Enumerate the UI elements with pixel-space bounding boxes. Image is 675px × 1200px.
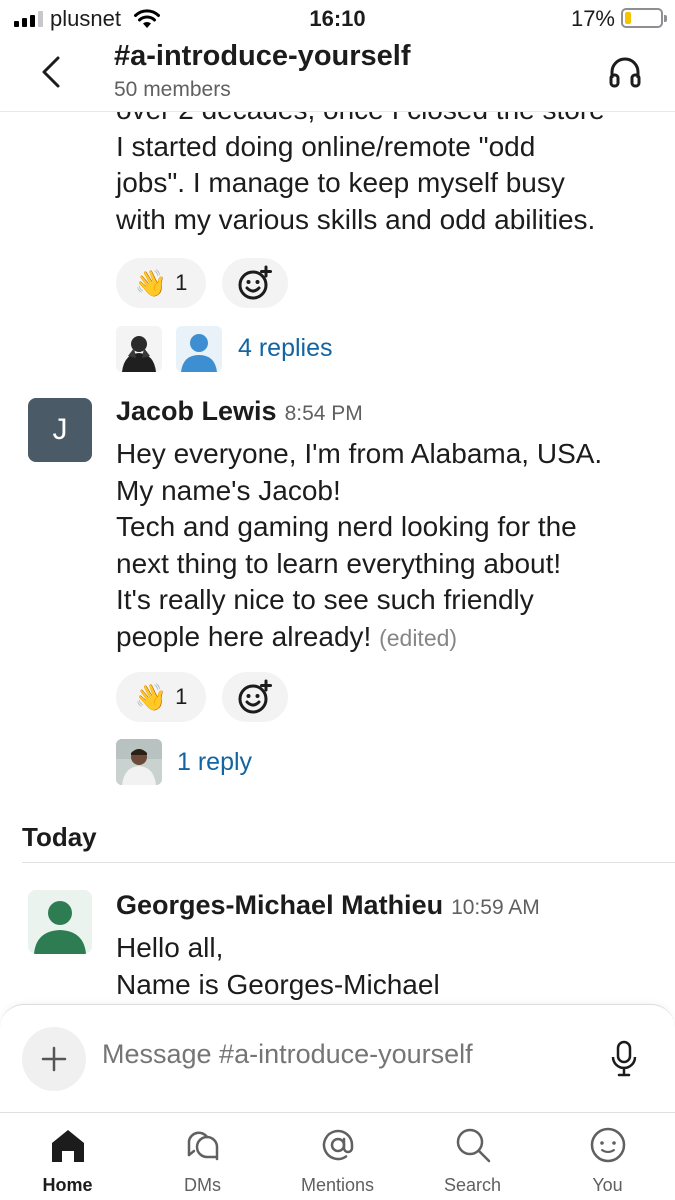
bottom-tab-bar: Home DMs Mentions Search You (0, 1112, 675, 1200)
headphones-icon[interactable] (605, 52, 645, 92)
edited-label: (edited) (379, 624, 458, 651)
tab-mentions[interactable]: Mentions (270, 1113, 405, 1200)
thread-participant-avatar (176, 326, 222, 372)
message-feed[interactable]: over 2 decades, once I closed the store … (0, 112, 675, 1004)
message-line: Tech and gaming nerd looking for the (116, 511, 577, 542)
message-line: It's really nice to see such friendly (116, 584, 534, 615)
dms-icon (187, 1131, 219, 1161)
tab-label: Home (42, 1175, 93, 1195)
reaction-wave[interactable]: 👋 1 (116, 258, 206, 308)
tab-label: Search (443, 1175, 502, 1195)
message-text: Hey everyone, I'm from Alabama, USA. My … (116, 436, 661, 656)
tab-home[interactable]: Home (0, 1113, 135, 1200)
author-name[interactable]: Jacob Lewis (116, 396, 277, 426)
you-icon (590, 1127, 626, 1163)
chevron-left-icon[interactable] (30, 50, 74, 94)
message-composer (0, 1004, 675, 1112)
wave-emoji-icon: 👋 (134, 681, 168, 712)
channel-title[interactable]: #a-introduce-yourself (114, 40, 411, 73)
tab-label: You (592, 1175, 623, 1195)
thread-participant-avatar (116, 739, 162, 785)
member-count[interactable]: 50 members (114, 78, 231, 102)
tab-label: DMs (184, 1175, 221, 1195)
message-line: My name's Jacob! (116, 474, 341, 506)
message-text: over 2 decades, once I closed the store … (116, 112, 656, 238)
battery-percentage: 17% (570, 6, 615, 31)
avatar[interactable]: J (28, 398, 92, 462)
channel-header: #a-introduce-yourself 50 members (0, 40, 675, 112)
message-author-line: Jacob Lewis 8:54 PM (116, 396, 363, 427)
message-timestamp[interactable]: 10:59 AM (451, 896, 540, 919)
message-line: people here already! (116, 620, 372, 652)
add-attachment-button[interactable] (22, 1027, 86, 1091)
message-line: jobs". I manage to keep myself busy (116, 167, 565, 198)
tab-label: Mentions (300, 1175, 375, 1195)
search-icon (456, 1128, 491, 1163)
message-text: Hello all, Name is Georges-Michael (116, 930, 661, 1003)
home-icon (52, 1130, 84, 1162)
battery-icon (621, 8, 667, 28)
add-reaction-button[interactable] (222, 258, 288, 308)
microphone-icon[interactable] (609, 1039, 639, 1079)
message-author-line: Georges-Michael Mathieu 10:59 AM (116, 890, 540, 921)
add-reaction-button[interactable] (222, 672, 288, 722)
add-emoji-icon (238, 679, 272, 714)
wave-emoji-icon: 👋 (134, 267, 168, 298)
message-line: Name is Georges-Michael (116, 968, 440, 1000)
message-line: with my various skills and odd abilities… (116, 203, 596, 235)
thread-replies-link[interactable]: 1 reply (177, 748, 252, 777)
plus-icon (41, 1046, 67, 1072)
reaction-count: 1 (175, 684, 188, 709)
message-timestamp[interactable]: 8:54 PM (285, 402, 363, 425)
avatar[interactable] (28, 890, 92, 954)
message-line: I started doing online/remote "odd (116, 130, 536, 162)
author-name[interactable]: Georges-Michael Mathieu (116, 890, 443, 920)
status-bar: plusnet 16:10 17% (0, 0, 675, 40)
message-line: Hello all, (116, 932, 224, 963)
avatar-initial: J (52, 413, 68, 446)
message-line: Hey everyone, I'm from Alabama, USA. (116, 438, 603, 469)
battery-level-fill (625, 12, 631, 24)
reaction-wave[interactable]: 👋 1 (116, 672, 206, 722)
day-divider-line (22, 862, 675, 863)
tab-dms[interactable]: DMs (135, 1113, 270, 1200)
message-line: next thing to learn everything about! (116, 547, 562, 579)
message-last-line: people here already! (edited) (116, 619, 661, 657)
thread-replies-link[interactable]: 4 replies (238, 334, 333, 363)
at-icon (322, 1129, 354, 1161)
day-divider-label: Today (22, 822, 97, 852)
thread-participant-avatar (116, 326, 162, 372)
message-line: over 2 decades, once I closed the store (116, 112, 656, 129)
message-input[interactable] (102, 1039, 572, 1070)
add-emoji-icon (238, 265, 272, 300)
tab-you[interactable]: You (540, 1113, 675, 1200)
reaction-count: 1 (175, 270, 188, 295)
tab-search[interactable]: Search (405, 1113, 540, 1200)
